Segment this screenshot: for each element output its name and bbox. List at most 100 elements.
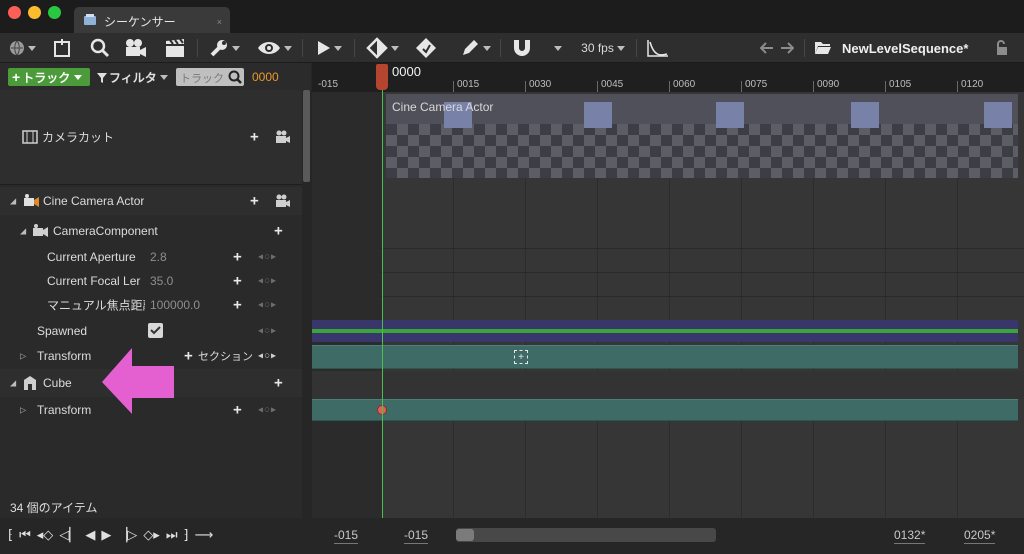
snap-toggle-button[interactable] bbox=[508, 36, 536, 60]
next-key-icon[interactable]: ◇▸ bbox=[143, 524, 160, 546]
transform-label: Transform bbox=[37, 348, 92, 363]
set-end-icon[interactable]: ⁆ bbox=[184, 524, 189, 546]
add-track-to-cube-icon[interactable]: + bbox=[274, 375, 283, 392]
playback-options-button[interactable] bbox=[312, 36, 346, 60]
focal-label: Current Focal Ler bbox=[47, 274, 141, 288]
camera-cut-clip[interactable]: Cine Camera Actor bbox=[386, 94, 1018, 178]
key-navigation-icon[interactable]: ◂○▸ bbox=[258, 325, 277, 336]
camera-transform-section[interactable] bbox=[312, 345, 1018, 369]
playhead-line[interactable] bbox=[382, 90, 383, 518]
settings-menu-button[interactable] bbox=[206, 36, 242, 60]
expand-triangle-icon[interactable]: ◢ bbox=[20, 227, 26, 236]
save-button[interactable] bbox=[50, 36, 76, 60]
timeline-scrollbar-thumb[interactable] bbox=[456, 529, 474, 541]
collapsed-triangle-icon[interactable]: ▷ bbox=[20, 351, 26, 360]
actor-icon bbox=[24, 376, 36, 390]
add-key-icon[interactable]: + bbox=[233, 249, 242, 266]
key-navigation-icon[interactable]: ◂○▸ bbox=[258, 405, 277, 416]
prev-key-icon[interactable]: ◂◇ bbox=[37, 524, 54, 546]
render-movie-button[interactable] bbox=[162, 36, 188, 60]
edit-tool-button[interactable] bbox=[456, 36, 494, 60]
focus-value[interactable]: 100000.0 bbox=[150, 298, 200, 312]
sequence-name[interactable]: NewLevelSequence* bbox=[842, 41, 968, 56]
sequencer-tab-icon bbox=[84, 14, 96, 25]
collapsed-triangle-icon[interactable]: ▷ bbox=[20, 406, 26, 415]
play-forward-icon[interactable]: ▶ bbox=[101, 524, 111, 546]
playhead-handle[interactable] bbox=[376, 64, 388, 90]
spawned-lane[interactable] bbox=[312, 320, 1018, 342]
add-key-icon[interactable]: + bbox=[233, 297, 242, 314]
jump-to-end-icon[interactable]: ⏭ bbox=[166, 524, 178, 546]
tree-row-spawned[interactable]: Spawned ◂○▸ bbox=[0, 318, 302, 343]
add-track-to-camera-icon[interactable]: + bbox=[250, 193, 259, 210]
camera-clip-label: Cine Camera Actor bbox=[392, 100, 494, 114]
aperture-value[interactable]: 2.8 bbox=[150, 250, 167, 264]
view-end-field[interactable]: 0205* bbox=[964, 528, 996, 544]
play-start-field[interactable]: -015 bbox=[404, 528, 429, 544]
world-menu-button[interactable] bbox=[6, 36, 38, 60]
play-reverse-icon[interactable]: ◀ bbox=[85, 524, 95, 546]
add-key-icon[interactable]: + bbox=[233, 273, 242, 290]
tick-label: 0015 bbox=[457, 79, 480, 90]
tree-row-camera-component[interactable]: ◢ CameraComponent + bbox=[0, 217, 302, 245]
key-navigation-icon[interactable]: ◂○▸ bbox=[258, 276, 277, 287]
focal-value[interactable]: 35.0 bbox=[150, 274, 173, 288]
track-search-input[interactable]: トラック bbox=[176, 68, 244, 86]
tab-sequencer[interactable]: シーケンサー × bbox=[74, 7, 230, 34]
minimize-window-button[interactable] bbox=[28, 6, 41, 19]
step-back-icon[interactable]: ◁▏ bbox=[59, 524, 79, 546]
expand-triangle-icon[interactable]: ◢ bbox=[10, 197, 16, 206]
fps-selector[interactable]: 30 fps bbox=[576, 36, 630, 60]
camera-icon[interactable] bbox=[275, 130, 291, 144]
browse-sequence-button[interactable] bbox=[812, 36, 834, 60]
play-end-field[interactable]: 0132* bbox=[894, 528, 926, 544]
key-navigation-icon[interactable]: ◂○▸ bbox=[258, 252, 277, 263]
view-start-field[interactable]: -015 bbox=[334, 528, 359, 544]
section-label[interactable]: セクション bbox=[198, 348, 253, 364]
tree-row-aperture[interactable]: Current Aperture 2.8 + ◂○▸ bbox=[0, 245, 302, 269]
snap-options-button[interactable] bbox=[548, 36, 564, 60]
tab-title: シーケンサー bbox=[104, 15, 176, 29]
current-time-readout[interactable]: 0000 bbox=[252, 70, 279, 84]
lock-button[interactable] bbox=[992, 36, 1012, 60]
view-options-button[interactable] bbox=[254, 36, 294, 60]
step-forward-icon[interactable]: ▕▷ bbox=[117, 524, 137, 546]
create-camera-button[interactable] bbox=[122, 36, 150, 60]
tree-scrollbar-thumb[interactable] bbox=[303, 90, 310, 182]
add-key-icon[interactable]: + bbox=[514, 350, 528, 364]
key-navigation-icon[interactable]: ◂○▸ bbox=[258, 350, 277, 361]
find-asset-button[interactable] bbox=[88, 36, 112, 60]
add-camera-cut-icon[interactable]: + bbox=[250, 129, 259, 146]
track-area[interactable]: Cine Camera Actor + bbox=[312, 92, 1024, 518]
curve-editor-button[interactable] bbox=[644, 36, 672, 60]
maximize-window-button[interactable] bbox=[48, 6, 61, 19]
spawned-checkbox[interactable] bbox=[148, 323, 163, 338]
tick-label: 0060 bbox=[673, 79, 696, 90]
filter-button[interactable]: フィルタ bbox=[97, 69, 168, 86]
navigate-forward-button[interactable] bbox=[778, 36, 796, 60]
close-window-button[interactable] bbox=[8, 6, 21, 19]
add-key-icon[interactable]: + bbox=[233, 402, 242, 419]
set-start-icon[interactable]: ⁅ bbox=[8, 524, 13, 546]
add-section-icon[interactable]: + bbox=[184, 347, 193, 364]
cube-transform-section[interactable] bbox=[312, 399, 1018, 421]
timeline-scrollbar[interactable] bbox=[456, 528, 716, 542]
tree-row-camera-cuts[interactable]: カメラカット + bbox=[0, 90, 302, 185]
tab-close-icon[interactable]: × bbox=[217, 17, 222, 27]
transport-controls: ⁅ ⏮ ◂◇ ◁▏ ◀ ▶ ▕▷ ◇▸ ⏭ ⁆ ⟶ bbox=[8, 522, 304, 548]
add-component-track-icon[interactable]: + bbox=[274, 223, 283, 240]
tree-row-cine-camera-actor[interactable]: ◢ Cine Camera Actor + bbox=[0, 187, 302, 215]
add-track-button[interactable]: + トラック bbox=[8, 68, 90, 86]
key-options-button[interactable] bbox=[362, 36, 402, 60]
jump-to-start-icon[interactable]: ⏮ bbox=[19, 524, 31, 546]
expand-triangle-icon[interactable]: ◢ bbox=[10, 379, 16, 388]
key-navigation-icon[interactable]: ◂○▸ bbox=[258, 300, 277, 311]
loop-icon[interactable]: ⟶ bbox=[195, 524, 214, 546]
navigate-back-button[interactable] bbox=[758, 36, 776, 60]
camera-lock-icon[interactable] bbox=[275, 194, 291, 208]
auto-key-button[interactable] bbox=[412, 36, 440, 60]
tree-row-focal-length[interactable]: Current Focal Ler 35.0 + ◂○▸ bbox=[0, 269, 302, 293]
cube-lane[interactable] bbox=[312, 371, 1024, 399]
tree-row-focus-distance[interactable]: マニュアル焦点距離 100000.0 + ◂○▸ bbox=[0, 293, 302, 317]
tree-scrollbar[interactable] bbox=[302, 90, 311, 518]
